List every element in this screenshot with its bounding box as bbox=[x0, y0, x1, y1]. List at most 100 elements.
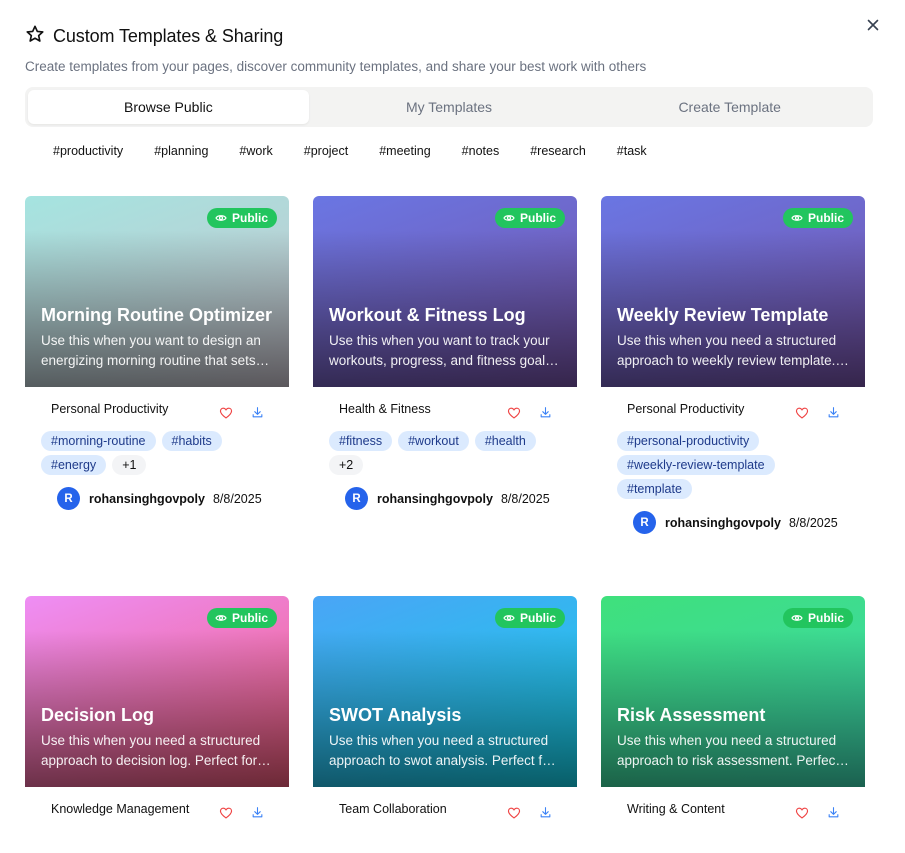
badge-label: Public bbox=[231, 211, 268, 225]
tag-chip[interactable]: #weekly-review-template bbox=[617, 455, 775, 475]
eye-icon bbox=[791, 612, 803, 624]
public-badge: Public bbox=[206, 608, 277, 628]
tab-my-templates[interactable]: My Templates bbox=[309, 90, 590, 124]
tag-chip[interactable]: #fitness bbox=[329, 431, 393, 451]
download-icon[interactable] bbox=[827, 406, 840, 419]
author-row: R rohansinghgovpoly 8/8/2025 bbox=[313, 487, 577, 510]
tab-create-template[interactable]: Create Template bbox=[589, 90, 870, 124]
heart-icon[interactable] bbox=[795, 806, 809, 820]
badge-label: Public bbox=[519, 611, 556, 625]
heart-icon[interactable] bbox=[507, 406, 521, 420]
card-hero[interactable]: Public Workout & Fitness Log Use this wh… bbox=[313, 196, 577, 387]
author-row: R rohansinghgovpoly 8/8/2025 bbox=[601, 511, 865, 534]
badge-label: Public bbox=[807, 211, 844, 225]
author-name: rohansinghgovpoly bbox=[89, 491, 205, 506]
eye-icon bbox=[215, 212, 227, 224]
tag-chips: #fitness #workout #health +2 bbox=[313, 431, 553, 475]
avatar: R bbox=[633, 511, 656, 534]
star-icon bbox=[25, 24, 45, 49]
hero-text: Morning Routine Optimizer Use this when … bbox=[41, 301, 273, 371]
eye-icon bbox=[215, 612, 227, 624]
tag-chip[interactable]: #habits bbox=[161, 431, 222, 451]
card-category: Team Collaboration bbox=[339, 802, 447, 816]
tag-filter[interactable]: #notes bbox=[453, 141, 509, 161]
modal-header: Custom Templates & Sharing Create templa… bbox=[25, 24, 646, 74]
card-hero[interactable]: Public Risk Assessment Use this when you… bbox=[601, 596, 865, 787]
author-date: 8/8/2025 bbox=[212, 491, 262, 506]
hero-text: Risk Assessment Use this when you need a… bbox=[617, 701, 849, 771]
template-card[interactable]: Public Decision Log Use this when you ne… bbox=[25, 596, 289, 831]
card-hero[interactable]: Public Weekly Review Template Use this w… bbox=[601, 196, 865, 387]
card-hero[interactable]: Public Morning Routine Optimizer Use thi… bbox=[25, 196, 289, 387]
heart-icon[interactable] bbox=[507, 806, 521, 820]
tag-chip[interactable]: #personal-productivity bbox=[617, 431, 760, 451]
download-icon[interactable] bbox=[251, 806, 264, 819]
template-card[interactable]: Public SWOT Analysis Use this when you n… bbox=[313, 596, 577, 831]
card-meta: Team Collaboration bbox=[313, 787, 577, 831]
tag-filter[interactable]: #productivity bbox=[44, 141, 132, 161]
card-title: Workout & Fitness Log bbox=[329, 305, 526, 325]
tag-filter[interactable]: #planning bbox=[145, 141, 217, 161]
author-date: 8/8/2025 bbox=[500, 491, 550, 506]
author-name: rohansinghgovpoly bbox=[665, 515, 781, 530]
badge-label: Public bbox=[519, 211, 556, 225]
eye-icon bbox=[503, 612, 515, 624]
tag-filter[interactable]: #task bbox=[608, 141, 656, 161]
tag-chip[interactable]: #energy bbox=[41, 455, 107, 475]
card-description: Use this when you want to design an ener… bbox=[41, 333, 261, 368]
card-hero[interactable]: Public SWOT Analysis Use this when you n… bbox=[313, 596, 577, 787]
hero-text: SWOT Analysis Use this when you need a s… bbox=[329, 701, 561, 771]
download-icon[interactable] bbox=[827, 806, 840, 819]
eye-icon bbox=[791, 212, 803, 224]
tag-chip[interactable]: #workout bbox=[398, 431, 469, 451]
badge-label: Public bbox=[807, 611, 844, 625]
card-meta: Personal Productivity bbox=[601, 387, 865, 431]
card-description: Use this when you need a structured appr… bbox=[329, 733, 555, 768]
card-description: Use this when you want to track your wor… bbox=[329, 333, 552, 368]
card-meta: Health & Fitness bbox=[313, 387, 577, 431]
avatar: R bbox=[57, 487, 80, 510]
heart-icon[interactable] bbox=[219, 406, 233, 420]
card-category: Knowledge Management bbox=[51, 802, 190, 816]
templates-modal: Custom Templates & Sharing Create templa… bbox=[0, 0, 905, 853]
hero-text: Weekly Review Template Use this when you… bbox=[617, 301, 849, 371]
tab-bar: Browse Public My Templates Create Templa… bbox=[25, 87, 873, 127]
public-badge: Public bbox=[494, 208, 565, 228]
author-date: 8/8/2025 bbox=[788, 515, 838, 530]
template-card[interactable]: Public Risk Assessment Use this when you… bbox=[601, 596, 865, 831]
card-category: Health & Fitness bbox=[339, 402, 431, 416]
more-tags-chip[interactable]: +2 bbox=[329, 455, 364, 475]
tag-chip[interactable]: #template bbox=[617, 479, 692, 499]
tag-chips: #personal-productivity #weekly-review-tem… bbox=[601, 431, 841, 499]
tag-chip[interactable]: #health bbox=[474, 431, 536, 451]
tag-filter[interactable]: #work bbox=[230, 141, 281, 161]
close-icon[interactable] bbox=[864, 16, 882, 34]
card-description: Use this when you need a structured appr… bbox=[41, 733, 261, 768]
modal-subtitle: Create templates from your pages, discov… bbox=[25, 59, 647, 74]
author-name: rohansinghgovpoly bbox=[377, 491, 493, 506]
template-card[interactable]: Public Weekly Review Template Use this w… bbox=[601, 196, 865, 534]
card-hero[interactable]: Public Decision Log Use this when you ne… bbox=[25, 596, 289, 787]
tag-filter[interactable]: #meeting bbox=[370, 141, 439, 161]
card-description: Use this when you need a structured appr… bbox=[617, 333, 837, 368]
public-badge: Public bbox=[782, 208, 853, 228]
card-meta: Personal Productivity bbox=[25, 387, 289, 431]
heart-icon[interactable] bbox=[219, 806, 233, 820]
hero-text: Decision Log Use this when you need a st… bbox=[41, 701, 273, 771]
template-card[interactable]: Public Morning Routine Optimizer Use thi… bbox=[25, 196, 289, 510]
card-category: Personal Productivity bbox=[627, 402, 745, 416]
tag-filter[interactable]: #project bbox=[295, 141, 357, 161]
tag-chip[interactable]: #morning-routine bbox=[41, 431, 156, 451]
card-meta: Writing & Content bbox=[601, 787, 865, 831]
more-tags-chip[interactable]: +1 bbox=[112, 455, 147, 475]
eye-icon bbox=[503, 212, 515, 224]
hero-text: Workout & Fitness Log Use this when you … bbox=[329, 301, 561, 371]
heart-icon[interactable] bbox=[795, 406, 809, 420]
tag-filter[interactable]: #research bbox=[521, 141, 595, 161]
tab-browse-public[interactable]: Browse Public bbox=[28, 90, 309, 124]
download-icon[interactable] bbox=[251, 406, 264, 419]
download-icon[interactable] bbox=[539, 806, 552, 819]
download-icon[interactable] bbox=[539, 406, 552, 419]
template-card[interactable]: Public Workout & Fitness Log Use this wh… bbox=[313, 196, 577, 510]
card-category: Personal Productivity bbox=[51, 402, 169, 416]
